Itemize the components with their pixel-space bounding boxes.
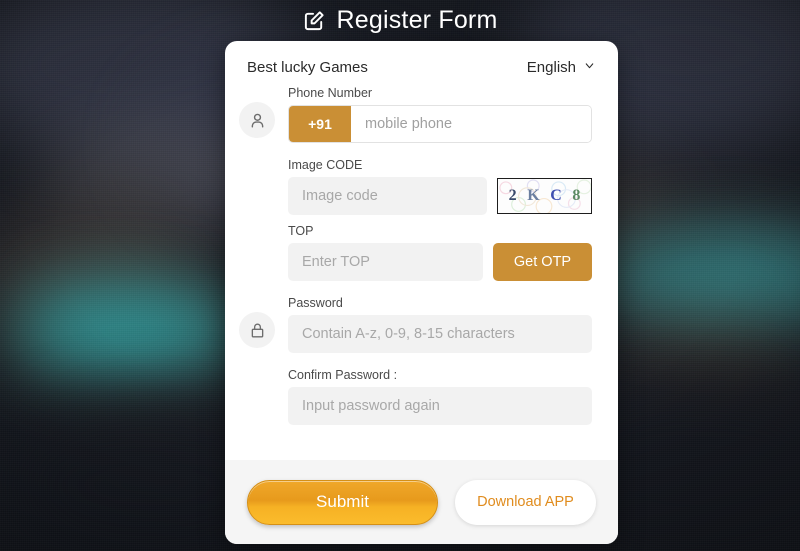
language-switcher[interactable]: English [527, 59, 596, 76]
chevron-down-icon [583, 59, 596, 76]
otp-input-group: Get OTP [288, 243, 592, 281]
captcha-char: K [527, 187, 540, 204]
password-input[interactable] [288, 315, 592, 353]
captcha-char: C [550, 187, 562, 204]
download-app-button[interactable]: Download APP [455, 479, 596, 525]
edit-square-icon [303, 9, 326, 32]
confirm-password-input[interactable] [288, 387, 592, 425]
otp-field: TOP Get OTP [288, 224, 592, 281]
brand-name: Best lucky Games [247, 59, 368, 76]
captcha-char: 8 [572, 187, 581, 204]
get-otp-button[interactable]: Get OTP [493, 243, 592, 281]
user-icon [239, 102, 275, 138]
image-code-input[interactable] [288, 177, 487, 215]
register-form-card: Best lucky Games English Phone Number +9… [225, 41, 618, 544]
otp-input[interactable] [288, 243, 483, 281]
otp-row: TOP Get OTP [239, 224, 592, 281]
image-code-label: Image CODE [288, 158, 363, 172]
password-row: Password [239, 296, 592, 353]
phone-input[interactable] [351, 106, 591, 142]
language-label: English [526, 59, 576, 76]
card-header: Best lucky Games English [225, 41, 618, 76]
country-code-button[interactable]: +91 [289, 106, 351, 142]
password-label: Password [288, 296, 343, 310]
password-field: Password [288, 296, 592, 353]
icon-spacer [239, 384, 275, 420]
confirm-password-label: Confirm Password : [288, 368, 398, 382]
phone-number-field: Phone Number +91 [288, 86, 592, 143]
lock-icon [239, 312, 275, 348]
icon-spacer [239, 240, 275, 276]
captcha-image[interactable]: 2 K C 8 [497, 178, 592, 214]
phone-number-label: Phone Number [288, 86, 373, 100]
page-title: Register Form [0, 6, 800, 35]
confirm-password-row: Confirm Password : [239, 368, 592, 425]
icon-spacer [239, 174, 275, 210]
otp-label: TOP [288, 224, 314, 238]
card-footer: Submit Download APP [225, 460, 618, 544]
card-body: Phone Number +91 Image CODE [225, 76, 618, 460]
image-code-input-group: 2 K C 8 [288, 177, 592, 215]
submit-button[interactable]: Submit [247, 479, 438, 525]
page-title-text: Register Form [336, 6, 498, 34]
confirm-password-field: Confirm Password : [288, 368, 592, 425]
phone-input-group: +91 [288, 105, 592, 143]
phone-number-row: Phone Number +91 [239, 86, 592, 143]
captcha-char: 2 [508, 187, 517, 204]
image-code-row: Image CODE Image code 2 K C 8 [239, 158, 592, 215]
image-code-field: Image CODE Image code 2 K C 8 [288, 158, 592, 215]
